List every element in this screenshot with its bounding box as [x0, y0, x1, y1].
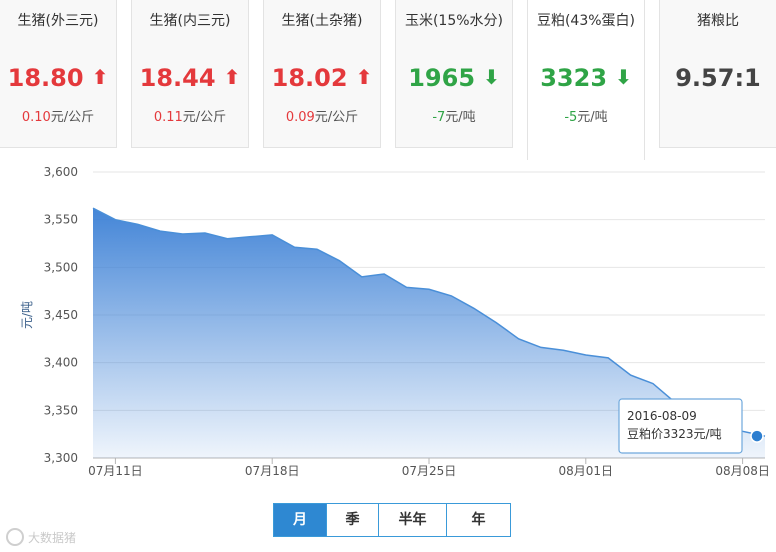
- tooltip-date: 2016-08-09: [627, 409, 697, 423]
- data-point: [271, 234, 273, 236]
- card-pig-local[interactable]: 生猪(土杂猪) 18.02 ⬆ 0.09元/公斤: [263, 0, 381, 148]
- y-axis-label: 元/吨: [20, 301, 34, 329]
- data-point: [204, 232, 206, 234]
- watermark-logo-icon: [6, 528, 24, 546]
- card-price: 3323 ⬇: [540, 64, 632, 92]
- card-change: -5元/吨: [564, 110, 608, 125]
- price-chart: 3,600 3,550 3,500 3,450 3,400 3,350 3,300 07月1…: [20, 165, 770, 478]
- y-tick-label: 3,550: [44, 213, 78, 227]
- x-tick-label: 08月08日: [715, 464, 770, 478]
- card-change: 0.09元/公斤: [285, 110, 359, 125]
- arrow-down-icon: ⬇: [615, 65, 632, 89]
- card-change: 0.10元/公斤: [21, 110, 95, 125]
- data-point: [294, 246, 296, 248]
- data-point: [630, 374, 632, 376]
- card-name: 玉米(15%水分): [404, 13, 504, 29]
- arrow-up-icon: ⬆: [91, 65, 109, 89]
- data-point: [473, 307, 475, 309]
- x-axis: 07月11日 07月18日 07月25日 08月01日 08月08日: [88, 457, 770, 478]
- x-tick-label: 07月11日: [88, 464, 143, 478]
- data-point: [428, 288, 430, 290]
- card-pig-inner[interactable]: 生猪(内三元) 18.44 ⬆ 0.11元/公斤: [131, 0, 249, 148]
- y-tick-label: 3,600: [44, 165, 78, 179]
- data-point: [652, 383, 654, 385]
- period-half-year-button[interactable]: 半年: [378, 504, 446, 536]
- period-month-button[interactable]: 月: [274, 504, 326, 536]
- x-tick-label: 07月18日: [245, 464, 300, 478]
- y-tick-label: 3,450: [44, 308, 78, 322]
- data-point: [316, 248, 318, 250]
- tooltip-value: 豆粕价3323元/吨: [627, 426, 722, 441]
- y-tick-label: 3,300: [44, 451, 78, 465]
- data-point: [361, 276, 363, 278]
- card-soymeal[interactable]: 豆粕(43%蛋白) 3323 ⬇ -5元/吨: [527, 0, 645, 160]
- data-point: [764, 435, 766, 437]
- data-point: [495, 322, 497, 324]
- card-pig-outer[interactable]: 生猪(外三元) 18.80 ⬆ 0.10元/公斤: [0, 0, 117, 148]
- card-name: 猪粮比: [697, 13, 739, 29]
- x-tick-label: 07月25日: [402, 464, 457, 478]
- y-tick-label: 3,400: [44, 356, 78, 370]
- price-cards: 生猪(外三元) 18.80 ⬆ 0.10元/公斤 生猪(内三元) 18.44 ⬆ 0…: [0, 0, 776, 160]
- data-point: [249, 236, 251, 238]
- watermark: 大数据猪: [6, 528, 76, 546]
- data-point: [518, 338, 520, 340]
- data-point: [137, 223, 139, 225]
- tooltip-box: [618, 398, 743, 454]
- period-quarter-button[interactable]: 季: [326, 504, 378, 536]
- data-point: [338, 260, 340, 262]
- card-change: -7元/吨: [432, 110, 476, 125]
- card-name: 生猪(土杂猪): [281, 13, 363, 29]
- data-point: [607, 357, 609, 359]
- data-point: [562, 349, 564, 351]
- card-corn[interactable]: 玉米(15%水分) 1965 ⬇ -7元/吨: [395, 0, 513, 148]
- card-name: 生猪(外三元): [17, 13, 99, 29]
- card-name: 生猪(内三元): [149, 13, 231, 29]
- card-price: 1965 ⬇: [408, 64, 500, 92]
- card-price: 18.02 ⬆: [271, 64, 373, 92]
- data-point: [383, 273, 385, 275]
- card-price: 18.44 ⬆: [139, 64, 241, 92]
- card-price: 9.57:1: [675, 64, 761, 92]
- highlighted-point[interactable]: [750, 429, 764, 443]
- data-point: [92, 207, 94, 209]
- data-point: [182, 233, 184, 235]
- data-point: [159, 230, 161, 232]
- card-price: 18.80 ⬆: [7, 64, 109, 92]
- data-point: [540, 346, 542, 348]
- card-change: 0.11元/公斤: [153, 110, 227, 125]
- arrow-down-icon: ⬇: [483, 65, 500, 89]
- card-name: 豆粕(43%蛋白): [536, 13, 636, 29]
- data-point: [226, 238, 228, 240]
- period-switcher: 月 季 半年 年: [273, 503, 511, 537]
- arrow-up-icon: ⬆: [223, 65, 241, 89]
- y-axis: 3,600 3,550 3,500 3,450 3,400 3,350 3,300: [44, 165, 78, 465]
- data-point: [450, 295, 452, 297]
- chart-tooltip: 2016-08-09 豆粕价3323元/吨: [618, 398, 743, 454]
- card-pig-grain-ratio[interactable]: 猪粮比 9.57:1: [659, 0, 776, 148]
- arrow-up-icon: ⬆: [355, 65, 373, 89]
- period-year-button[interactable]: 年: [446, 504, 510, 536]
- data-point: [114, 219, 116, 221]
- data-point: [406, 286, 408, 288]
- data-point: [585, 354, 587, 356]
- y-tick-label: 3,500: [44, 260, 78, 274]
- x-tick-label: 08月01日: [559, 464, 614, 478]
- y-tick-label: 3,350: [44, 403, 78, 417]
